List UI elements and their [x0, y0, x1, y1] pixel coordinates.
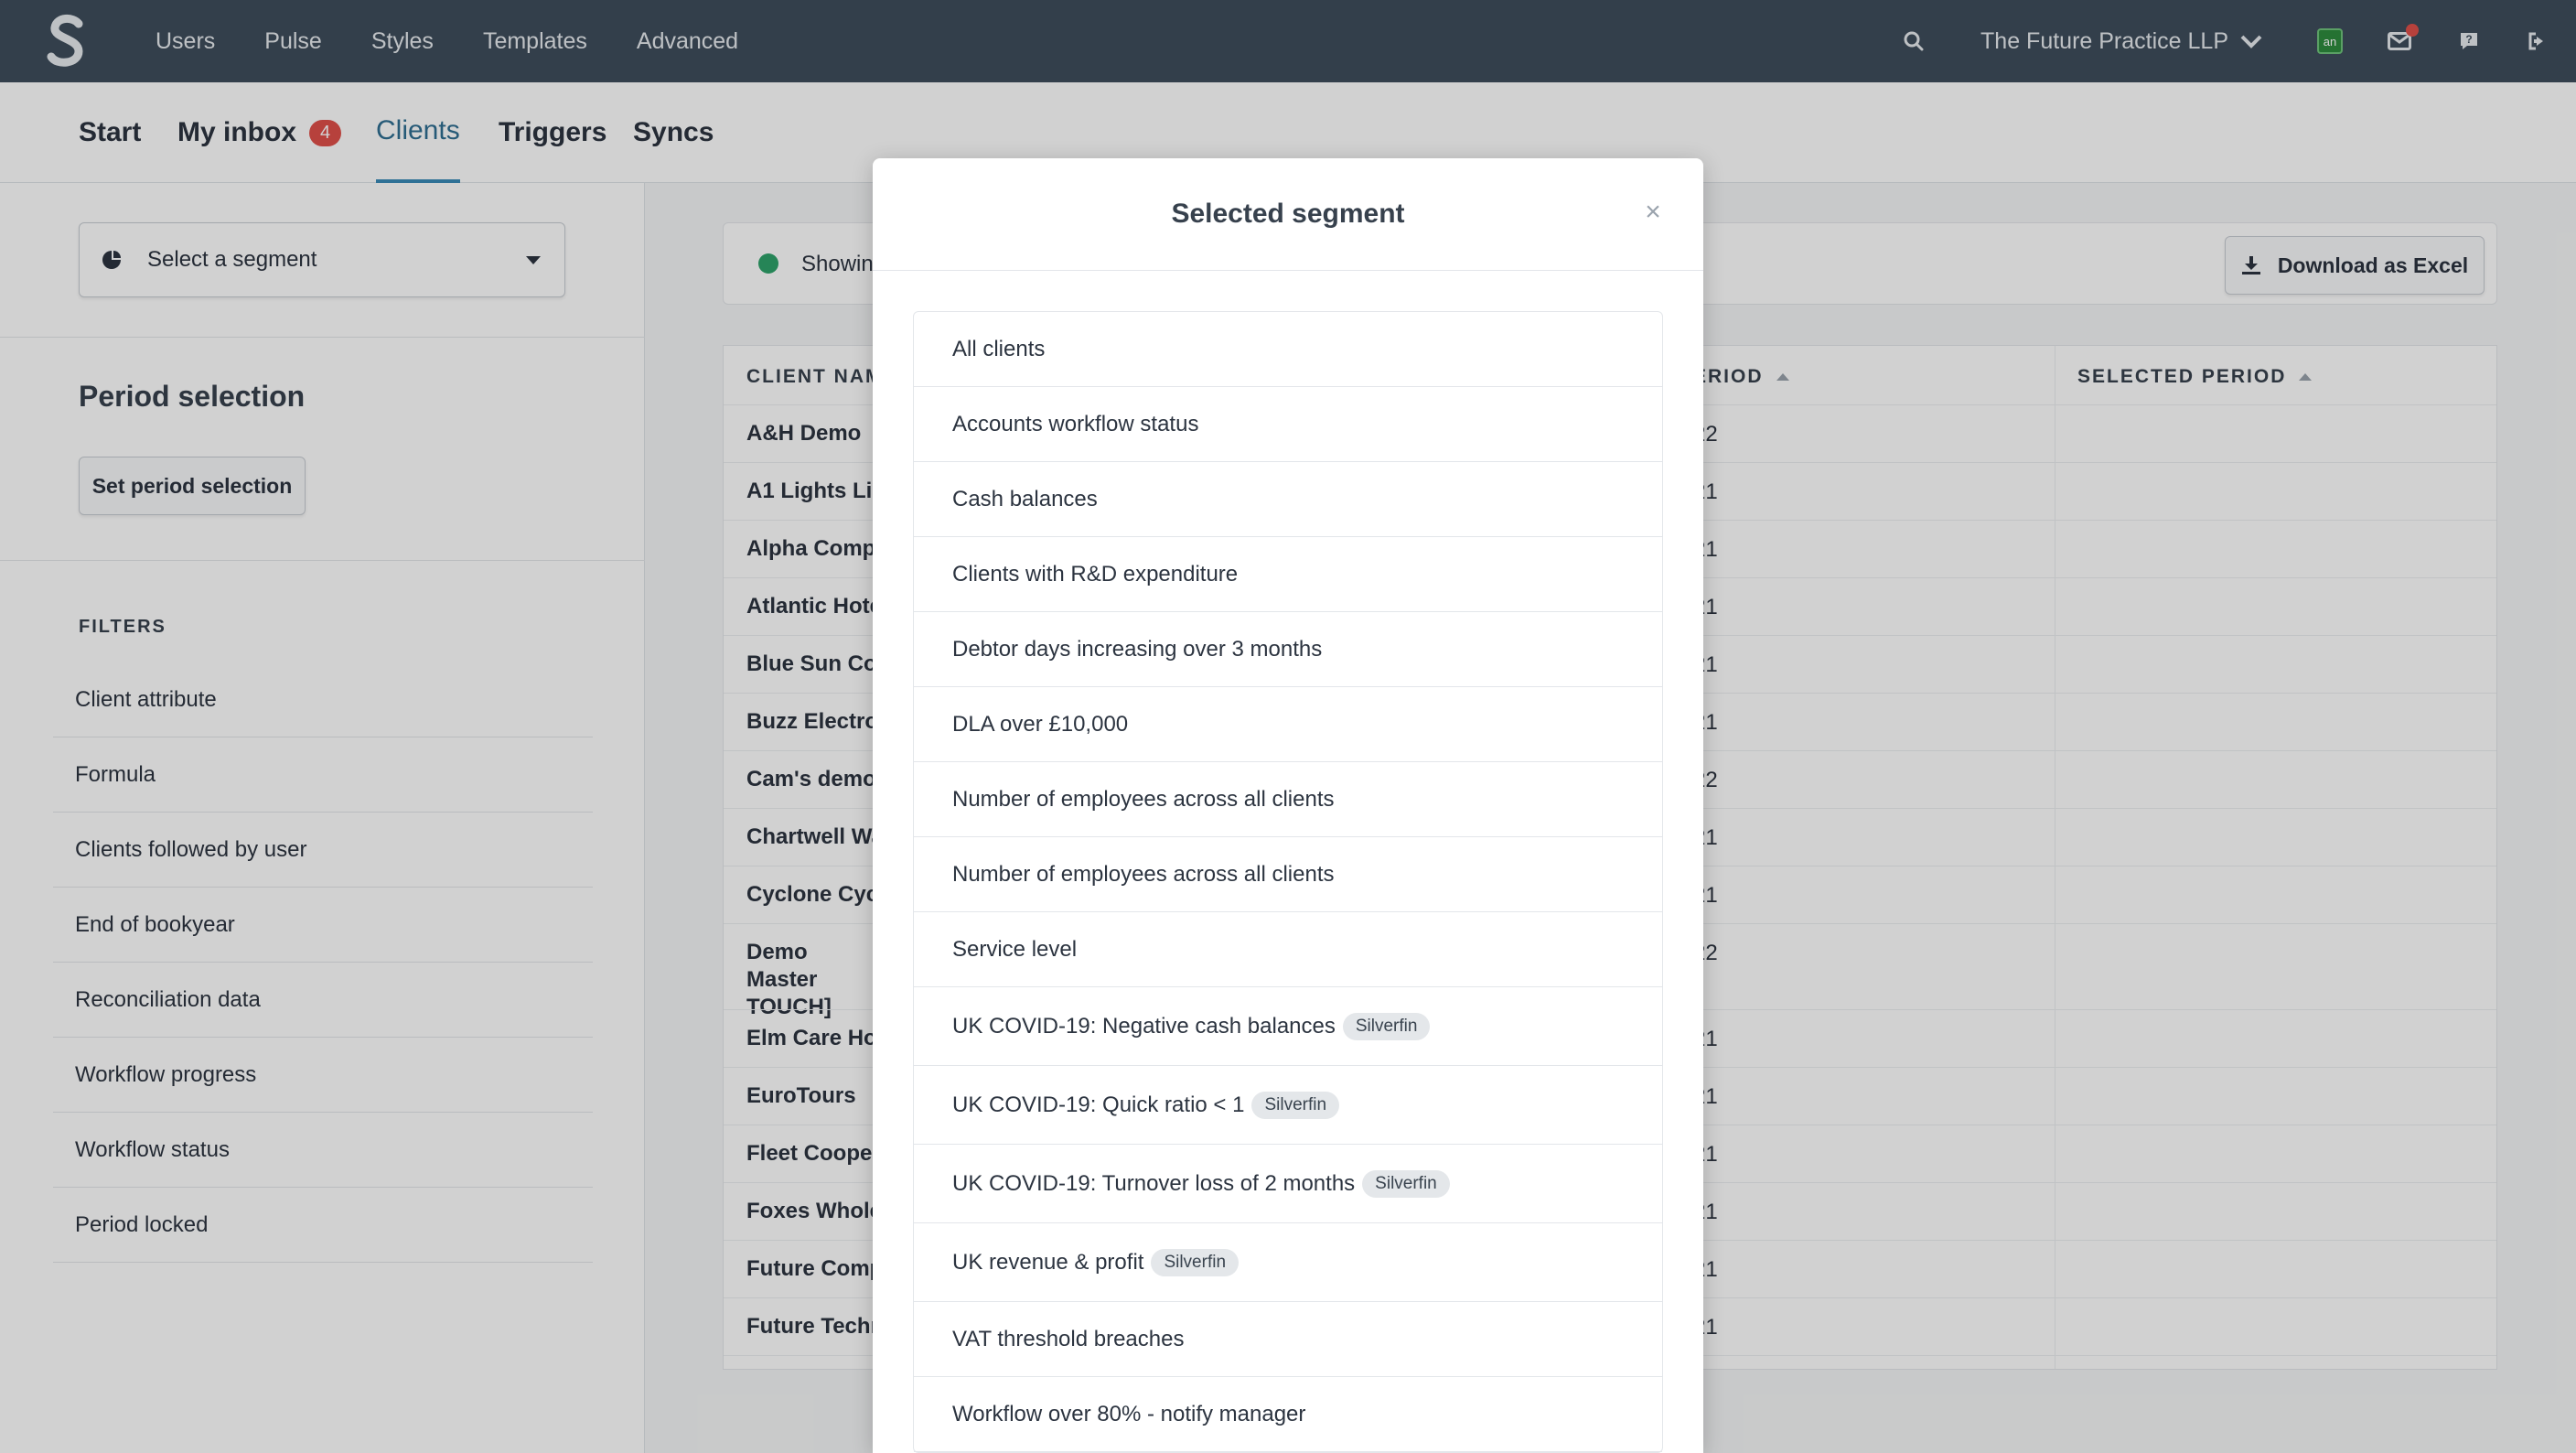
segment-label: Cash balances — [952, 486, 1098, 511]
segment-item-vat-threshold[interactable]: VAT threshold breaches — [914, 1302, 1662, 1377]
segment-label: DLA over £10,000 — [952, 711, 1129, 737]
silverfin-tag: Silverfin — [1362, 1169, 1450, 1198]
segment-item-employees-2[interactable]: Number of employees across all clients — [914, 837, 1662, 912]
segment-label: Number of employees across all clients — [952, 861, 1335, 887]
segment-label: All clients — [952, 336, 1046, 361]
segment-list: All clients Accounts workflow status Cas… — [913, 311, 1663, 1453]
segment-item-debtor-days[interactable]: Debtor days increasing over 3 months — [914, 612, 1662, 687]
segment-item-dla[interactable]: DLA over £10,000 — [914, 687, 1662, 762]
selected-segment-modal: Selected segment × All clients Accounts … — [873, 158, 1703, 1453]
segment-item-accounts-workflow-status[interactable]: Accounts workflow status — [914, 387, 1662, 462]
segment-label: VAT threshold breaches — [952, 1326, 1185, 1351]
segment-item-cash-balances[interactable]: Cash balances — [914, 462, 1662, 537]
close-icon[interactable]: × — [1639, 199, 1667, 226]
segment-item-rd-expenditure[interactable]: Clients with R&D expenditure — [914, 537, 1662, 612]
segment-label: Workflow over 80% - notify manager — [952, 1401, 1306, 1426]
segment-label: Debtor days increasing over 3 months — [952, 636, 1323, 662]
modal-title: Selected segment — [1171, 199, 1405, 229]
silverfin-tag: Silverfin — [1251, 1091, 1340, 1119]
segment-label: UK COVID-19: Quick ratio < 1 — [952, 1092, 1245, 1117]
segment-item-uk-revenue-profit[interactable]: UK revenue & profit Silverfin — [914, 1223, 1662, 1302]
segment-label: UK revenue & profit — [952, 1249, 1144, 1275]
segment-label: Service level — [952, 936, 1078, 962]
segment-label: Clients with R&D expenditure — [952, 561, 1239, 587]
segment-label: Accounts workflow status — [952, 411, 1199, 436]
segment-item-workflow-over-80[interactable]: Workflow over 80% - notify manager — [914, 1377, 1662, 1452]
segment-item-covid-quick-ratio[interactable]: UK COVID-19: Quick ratio < 1 Silverfin — [914, 1066, 1662, 1145]
segment-item-covid-negative-cash[interactable]: UK COVID-19: Negative cash balances Silve… — [914, 987, 1662, 1066]
silverfin-tag: Silverfin — [1342, 1012, 1431, 1040]
modal-divider — [873, 270, 1703, 271]
segment-item-covid-turnover-loss[interactable]: UK COVID-19: Turnover loss of 2 months Si… — [914, 1145, 1662, 1223]
segment-item-employees-1[interactable]: Number of employees across all clients — [914, 762, 1662, 837]
segment-label: UK COVID-19: Turnover loss of 2 months — [952, 1170, 1356, 1196]
segment-item-all-clients[interactable]: All clients — [914, 312, 1662, 387]
silverfin-tag: Silverfin — [1151, 1248, 1240, 1276]
segment-label: Number of employees across all clients — [952, 786, 1335, 812]
segment-item-service-level[interactable]: Service level — [914, 912, 1662, 987]
segment-label: UK COVID-19: Negative cash balances — [952, 1013, 1336, 1039]
